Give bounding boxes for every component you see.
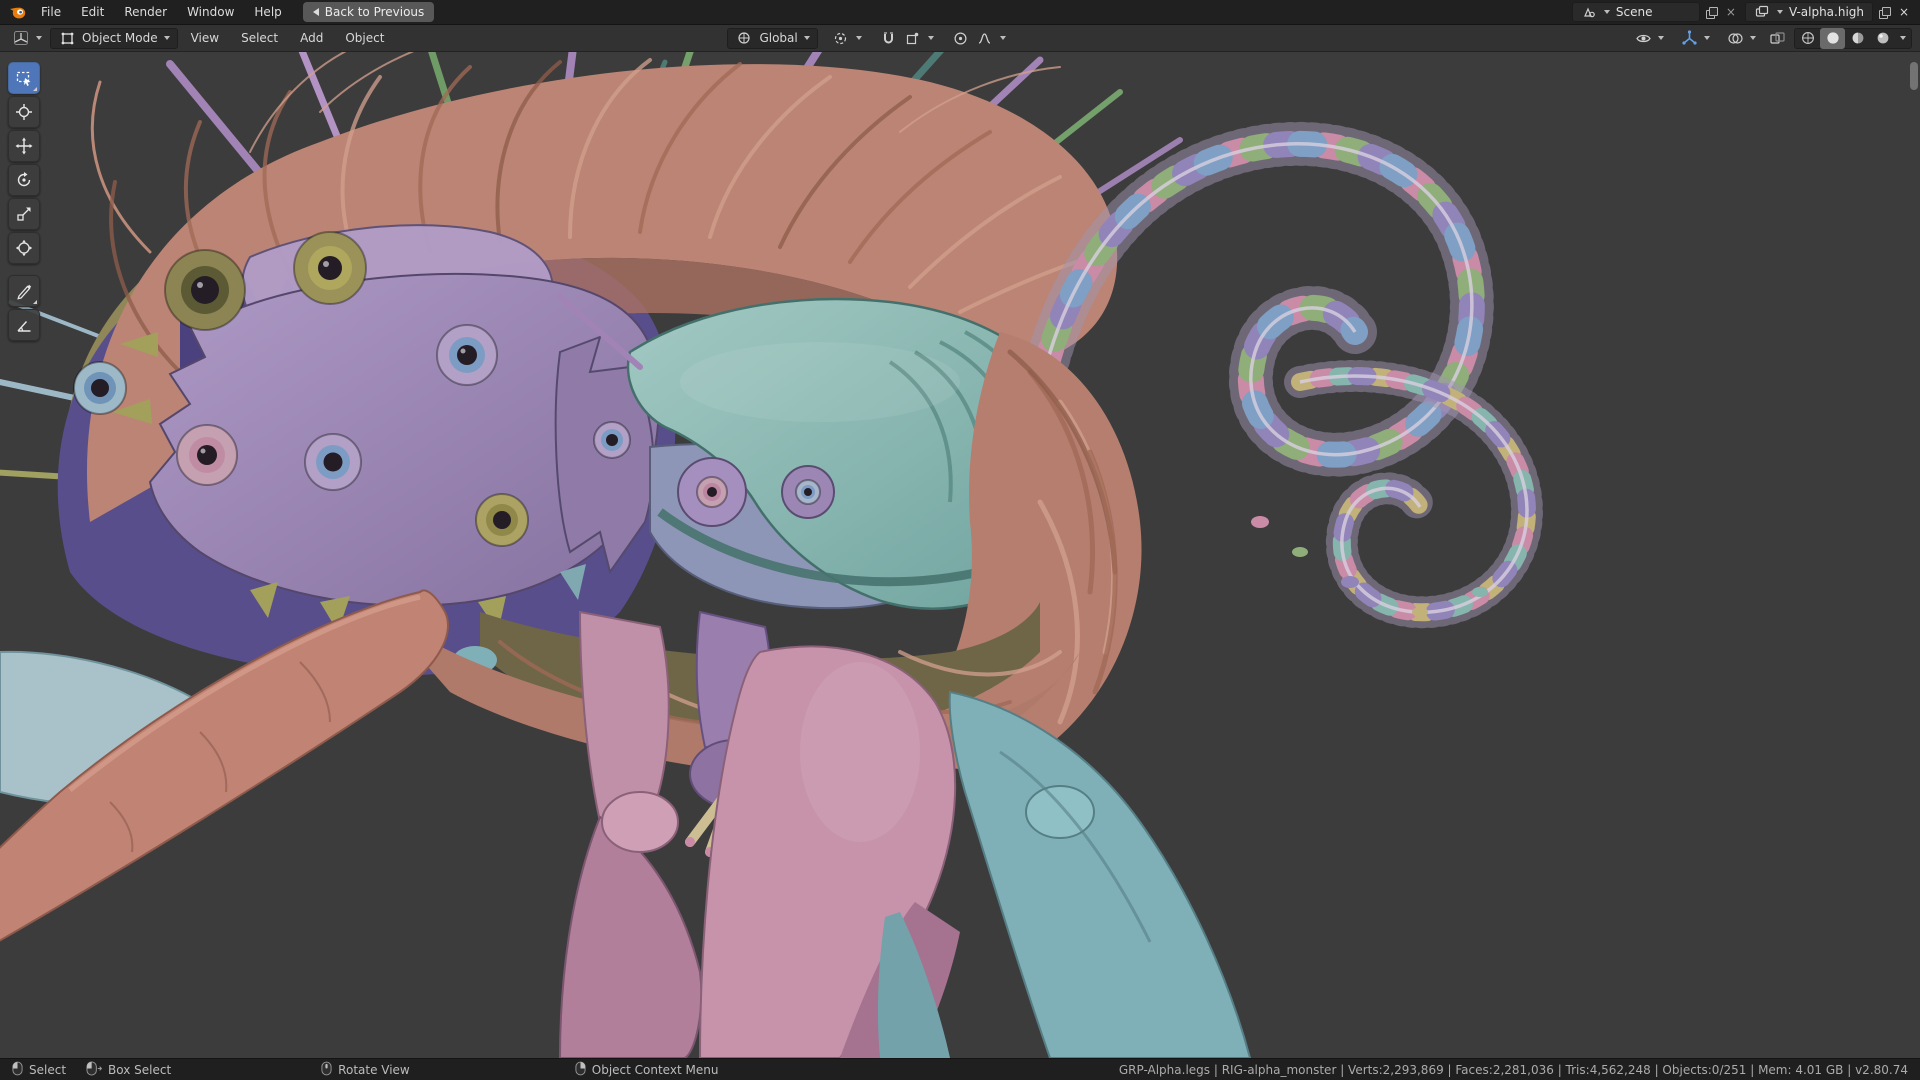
chevron-down-icon bbox=[1900, 36, 1906, 40]
hint-label: Select bbox=[29, 1063, 66, 1077]
viewport-canvas[interactable] bbox=[0, 52, 1920, 1058]
mode-selector[interactable]: Object Mode bbox=[50, 28, 178, 49]
statusbar: Select Box Select Rotate View Object Con… bbox=[0, 1058, 1920, 1080]
pivot-point-icon bbox=[832, 29, 850, 47]
tool-move[interactable] bbox=[8, 130, 40, 162]
chevron-down-icon bbox=[804, 36, 810, 40]
menu-edit[interactable]: Edit bbox=[72, 3, 113, 21]
mouse-left-icon bbox=[12, 1061, 23, 1079]
chevron-down-icon bbox=[1000, 36, 1006, 40]
scene-statistics: GRP-Alpha.legs | RIG-alpha_monster | Ver… bbox=[1119, 1063, 1908, 1077]
gizmo-toggle[interactable] bbox=[1676, 29, 1714, 47]
unlink-scene-icon[interactable]: × bbox=[1723, 5, 1739, 19]
back-to-previous-button[interactable]: Back to Previous bbox=[303, 2, 435, 22]
menu-object[interactable]: Object bbox=[336, 29, 393, 47]
tool-annotate[interactable] bbox=[8, 275, 40, 307]
editor-3d-viewport-icon bbox=[12, 29, 30, 47]
viewport-header: Object Mode View Select Add Object Globa… bbox=[0, 25, 1920, 52]
hint-label: Object Context Menu bbox=[592, 1063, 719, 1077]
chevron-down-icon bbox=[1604, 10, 1610, 14]
remove-view-layer-icon[interactable]: × bbox=[1896, 5, 1912, 19]
viewport-3d[interactable] bbox=[0, 52, 1920, 1058]
chevron-down-icon bbox=[1658, 36, 1664, 40]
transform-settings: Global bbox=[727, 28, 1009, 49]
chevron-down-icon bbox=[856, 36, 862, 40]
shading-wireframe-button[interactable] bbox=[1795, 28, 1820, 49]
overlays-toggle[interactable] bbox=[1722, 29, 1760, 47]
scene-selector[interactable]: Scene bbox=[1572, 2, 1700, 22]
blender-window: File Edit Render Window Help Back to Pre… bbox=[0, 0, 1920, 1080]
menu-select[interactable]: Select bbox=[232, 29, 287, 47]
back-arrow-icon bbox=[313, 8, 319, 16]
chevron-down-icon bbox=[1777, 10, 1783, 14]
proportional-editing[interactable] bbox=[948, 29, 1010, 47]
tool-scale[interactable] bbox=[8, 198, 40, 230]
sidebar-toggle-tab[interactable] bbox=[1910, 62, 1918, 90]
tool-shelf bbox=[8, 62, 40, 341]
pivot-point-selector[interactable] bbox=[828, 29, 866, 47]
chevron-down-icon bbox=[1704, 36, 1710, 40]
chevron-down-icon bbox=[928, 36, 934, 40]
menu-file[interactable]: File bbox=[32, 3, 70, 21]
keymap-hint-rotate-view: Rotate View bbox=[321, 1061, 410, 1079]
tool-transform[interactable] bbox=[8, 232, 40, 264]
xray-toggle-icon[interactable] bbox=[1768, 29, 1786, 47]
view-layer-selector[interactable]: V-alpha.high bbox=[1745, 2, 1873, 22]
overlays-icon bbox=[1726, 29, 1744, 47]
editor-type-selector[interactable] bbox=[8, 29, 46, 47]
keymap-hint-select: Select bbox=[12, 1061, 66, 1079]
keymap-hint-context-menu: Object Context Menu bbox=[575, 1061, 719, 1079]
viewport-header-right bbox=[1630, 28, 1912, 49]
scene-name: Scene bbox=[1616, 5, 1692, 19]
tool-box-select[interactable] bbox=[8, 62, 40, 94]
chevron-down-icon bbox=[1750, 36, 1756, 40]
blender-logo-icon[interactable] bbox=[8, 3, 26, 21]
mouse-middle-icon bbox=[321, 1061, 332, 1079]
new-view-layer-icon[interactable] bbox=[1879, 7, 1890, 18]
menu-render[interactable]: Render bbox=[115, 3, 176, 21]
shading-solid-button[interactable] bbox=[1820, 28, 1845, 49]
snap-magnet-icon bbox=[880, 29, 898, 47]
mode-label: Object Mode bbox=[82, 31, 158, 45]
falloff-curve-icon bbox=[976, 29, 994, 47]
menu-help[interactable]: Help bbox=[245, 3, 290, 21]
mouse-right-icon bbox=[575, 1061, 586, 1079]
mouse-left-drag-icon bbox=[86, 1061, 102, 1079]
hint-label: Box Select bbox=[108, 1063, 171, 1077]
chevron-down-icon bbox=[164, 36, 170, 40]
menu-view[interactable]: View bbox=[182, 29, 228, 47]
shading-material-button[interactable] bbox=[1845, 28, 1870, 49]
keymap-hint-box-select: Box Select bbox=[86, 1061, 171, 1079]
snap-settings[interactable] bbox=[876, 29, 938, 47]
scene-icon bbox=[1580, 3, 1598, 21]
gizmo-icon bbox=[1680, 29, 1698, 47]
snap-target-icon bbox=[904, 29, 922, 47]
proportional-editing-icon bbox=[952, 29, 970, 47]
tool-rotate[interactable] bbox=[8, 164, 40, 196]
topbar-right: Scene × V-alpha.high × bbox=[1572, 2, 1912, 22]
tool-cursor[interactable] bbox=[8, 96, 40, 128]
menu-window[interactable]: Window bbox=[178, 3, 243, 21]
new-scene-icon[interactable] bbox=[1706, 7, 1717, 18]
orientation-label: Global bbox=[759, 31, 797, 45]
hint-label: Rotate View bbox=[338, 1063, 410, 1077]
object-visibility-selector[interactable] bbox=[1630, 29, 1668, 47]
topbar: File Edit Render Window Help Back to Pre… bbox=[0, 0, 1920, 25]
orientation-global-icon bbox=[735, 29, 753, 47]
back-to-previous-label: Back to Previous bbox=[325, 5, 425, 19]
tool-measure[interactable] bbox=[8, 309, 40, 341]
chevron-down-icon bbox=[36, 36, 42, 40]
visibility-eye-icon bbox=[1634, 29, 1652, 47]
shading-rendered-button[interactable] bbox=[1870, 28, 1895, 49]
view-layer-icon bbox=[1753, 3, 1771, 21]
menu-add[interactable]: Add bbox=[291, 29, 332, 47]
object-mode-icon bbox=[58, 29, 76, 47]
transform-orientation-selector[interactable]: Global bbox=[727, 28, 817, 49]
shading-mode-group bbox=[1794, 28, 1912, 49]
view-layer-name: V-alpha.high bbox=[1789, 5, 1865, 19]
